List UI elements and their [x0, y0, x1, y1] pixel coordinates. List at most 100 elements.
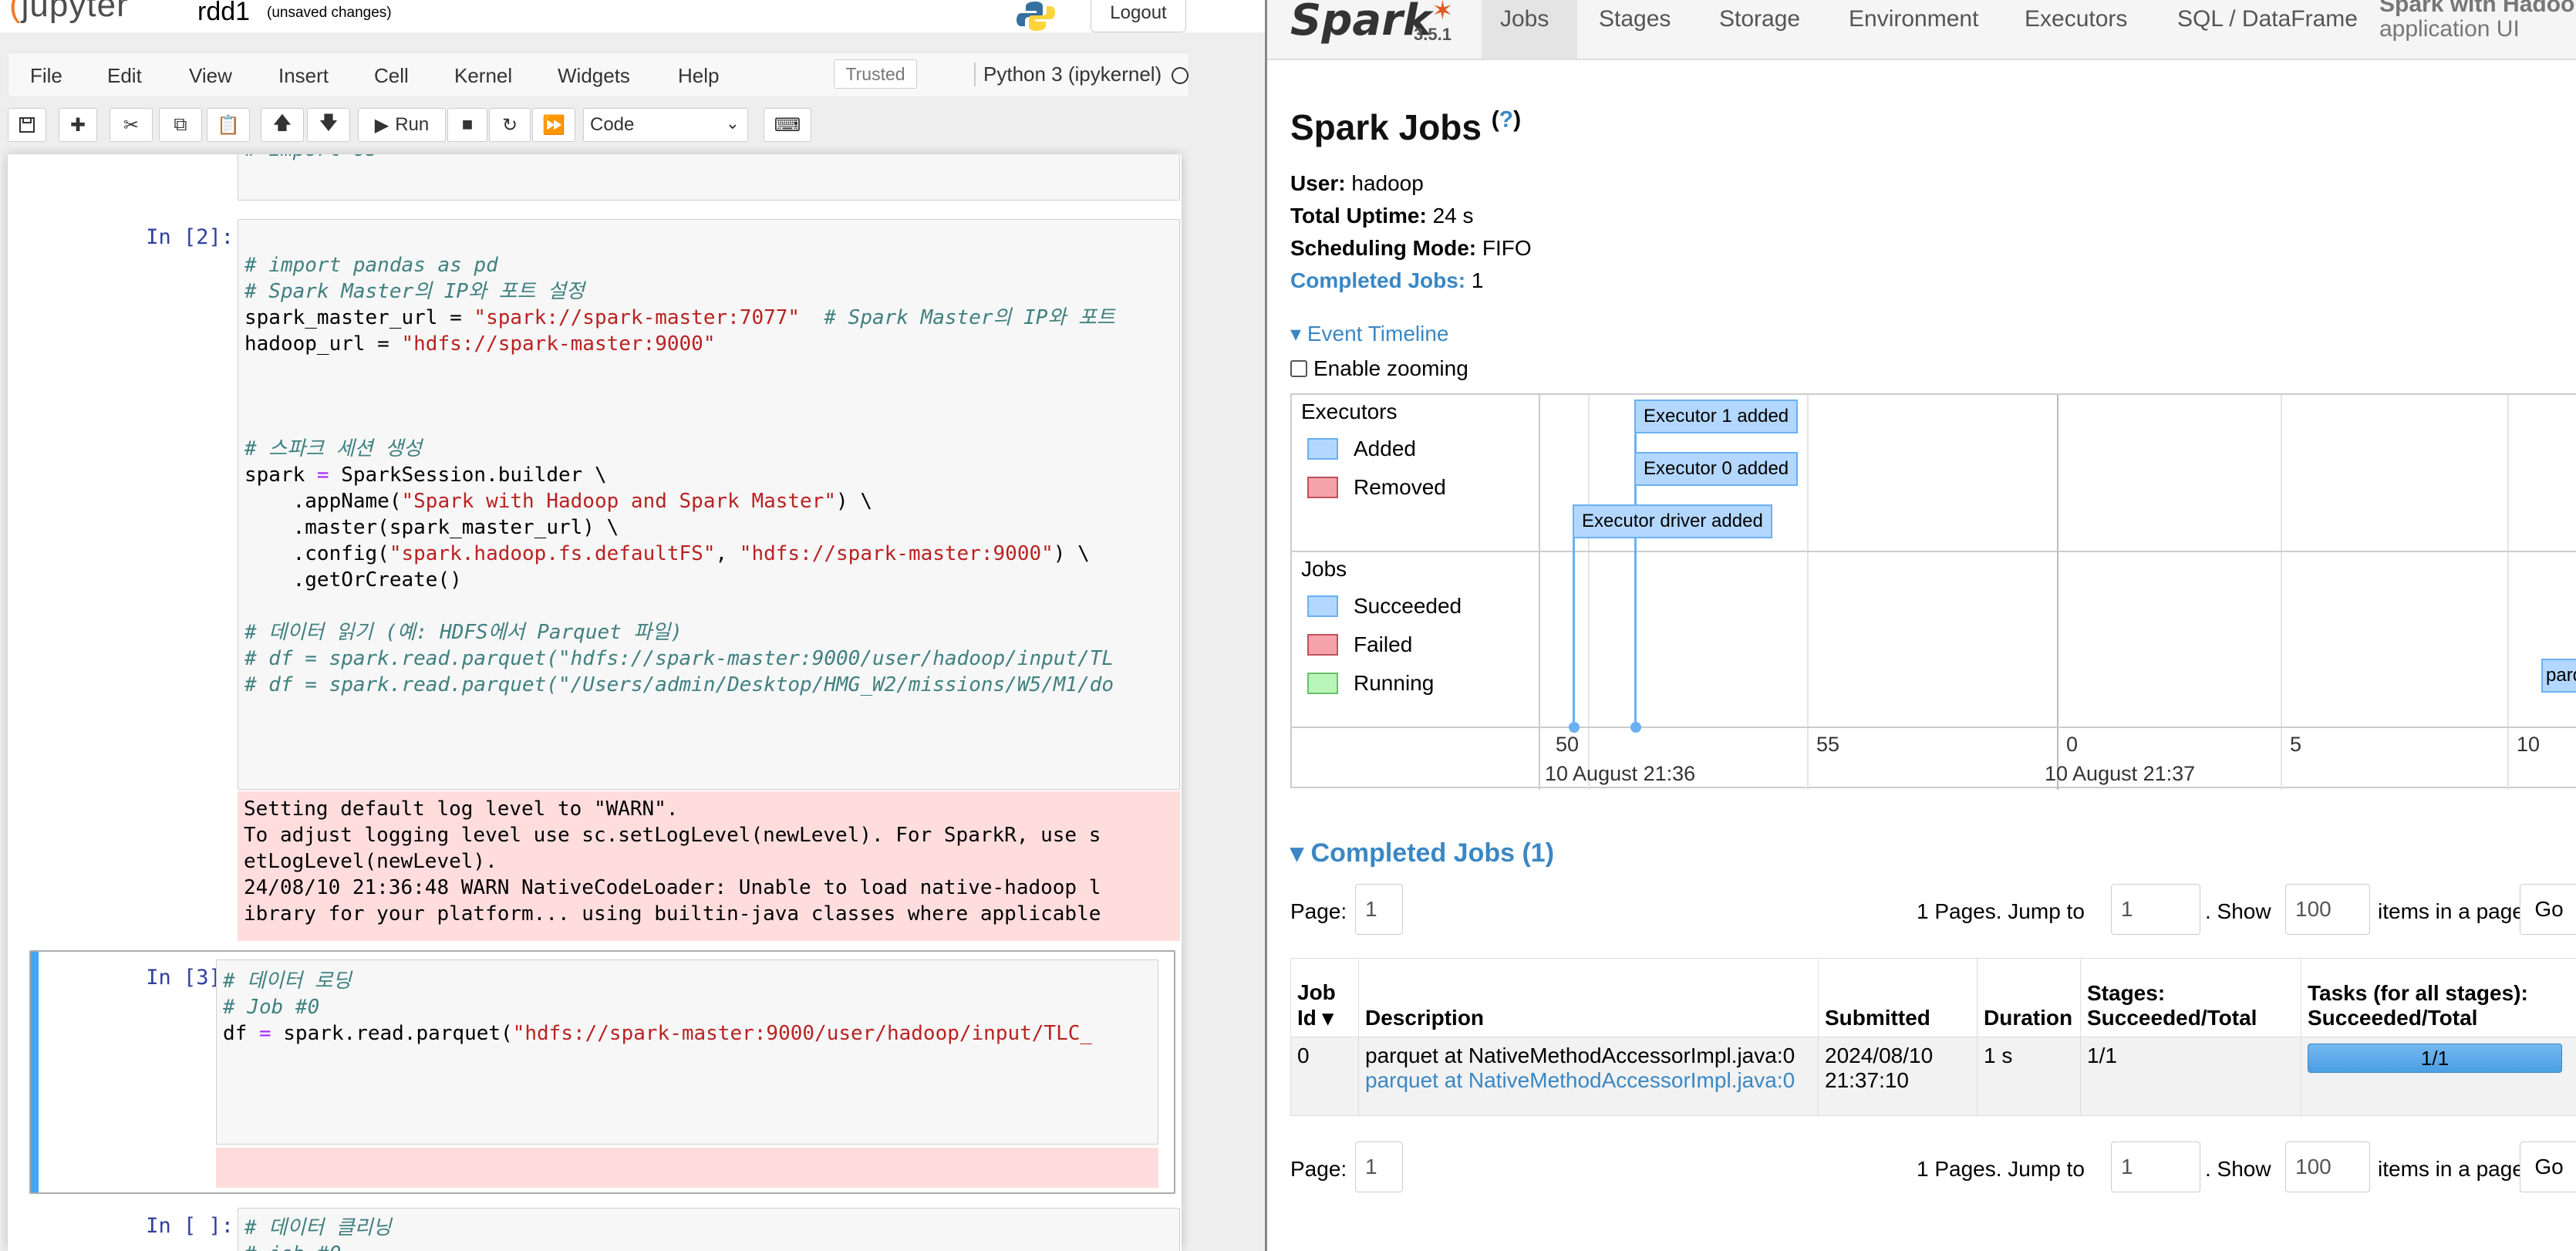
col-tasks[interactable]: Tasks (for all stages): Succeeded/Total [2301, 958, 2576, 1037]
enable-zoom-checkbox[interactable]: Enable zooming [1290, 356, 1468, 381]
axis-tick: 5 [2290, 733, 2302, 756]
scissors-icon: ✂ [123, 114, 140, 136]
executor-added-marker[interactable] [1630, 722, 1641, 733]
cell-input[interactable]: # import os [238, 154, 1180, 201]
command-palette-button[interactable]: ⌨ [764, 108, 811, 142]
legend-swatch [1307, 634, 1338, 656]
caret-down-icon: ▾ [1290, 322, 1302, 346]
spark-version: 3.5.1 [1414, 25, 1452, 44]
move-down-button[interactable]: 🡇 [307, 108, 350, 142]
copy-button[interactable]: ⧉ [159, 108, 202, 142]
job-description-link[interactable]: parquet at NativeMethodAccessorImpl.java… [1365, 1068, 1812, 1093]
code-cell-selected[interactable]: In [3]: # 데이터 로딩 # Job #0 df = spark.read.… [29, 950, 1175, 1194]
col-duration[interactable]: Duration [1977, 958, 2081, 1037]
move-up-button[interactable]: 🡅 [261, 108, 304, 142]
event-executor-0-added[interactable]: Executor 0 added [1634, 452, 1799, 486]
col-job-id[interactable]: Job Id ▾ [1290, 958, 1359, 1037]
spark-ui-window: Spark✶ 3.5.1 Jobs Stages Storage Environ… [1265, 0, 2576, 1251]
axis-tick: 10 [2517, 733, 2541, 756]
menu-cell[interactable]: Cell [374, 64, 409, 88]
paste-button[interactable]: 📋 [207, 108, 250, 142]
cell-input[interactable]: # 데이터 로딩 # Job #0 df = spark.read.parquet(… [216, 959, 1158, 1145]
kernel-name[interactable]: Python 3 (ipykernel) [974, 62, 1162, 86]
jump-to-input[interactable]: 1 [2111, 884, 2200, 935]
run-label: Run [395, 114, 430, 135]
event-executor-1-added[interactable]: Executor 1 added [1634, 400, 1799, 433]
run-button[interactable]: ▶ Run [358, 108, 446, 142]
arrow-down-icon: 🡇 [319, 112, 339, 133]
menu-file[interactable]: File [30, 64, 62, 88]
menu-insert[interactable]: Insert [278, 64, 329, 88]
notebook-name[interactable]: rdd1 [197, 0, 250, 27]
jupyter-logo[interactable]: (jupyter [9, 0, 129, 25]
col-stages[interactable]: Stages: Succeeded/Total [2080, 958, 2301, 1037]
completed-jobs-link[interactable]: Completed Jobs: [1290, 268, 1465, 292]
cell-input[interactable]: # import pandas as pd # Spark Master의 IP와… [238, 219, 1180, 790]
code-line: # 스파크 세션 생성 [244, 437, 423, 460]
code-cell[interactable]: # import os [29, 154, 1180, 201]
page-size-input[interactable]: 100 [2285, 884, 2370, 935]
code-line: .appName("Spark with Hadoop and Spark Ma… [244, 490, 872, 513]
stderr-line: Setting default log level to "WARN". [244, 797, 679, 821]
menu-view[interactable]: View [189, 64, 232, 88]
go-button[interactable]: Go [2520, 884, 2576, 935]
tab-stages[interactable]: Stages [1599, 0, 1671, 59]
insert-cell-button[interactable]: ✚ [59, 108, 97, 142]
col-description[interactable]: Description [1358, 958, 1819, 1037]
logout-button[interactable]: Logout [1091, 0, 1186, 32]
go-button[interactable]: Go [2520, 1141, 2576, 1192]
menu-edit[interactable]: Edit [107, 64, 142, 88]
tab-jobs[interactable]: Jobs [1482, 0, 1577, 59]
tab-executors[interactable]: Executors [2025, 0, 2127, 59]
app-title: Spark with Hadoo application UI [2379, 0, 2574, 42]
page-size-input[interactable]: 100 [2285, 1141, 2370, 1192]
job-bar[interactable]: parq [2541, 659, 2576, 693]
stop-icon: ■ [461, 114, 474, 135]
driver-added-marker[interactable] [1569, 722, 1580, 733]
tab-sql-dataframe[interactable]: SQL / DataFrame [2177, 0, 2358, 59]
trusted-badge[interactable]: Trusted [834, 59, 917, 89]
cut-button[interactable]: ✂ [110, 108, 153, 142]
interrupt-button[interactable]: ■ [447, 108, 487, 142]
legend-swatch [1307, 477, 1338, 498]
cell-type-select[interactable]: Code ⌄ [583, 108, 748, 142]
page-label: Page: [1290, 1157, 1347, 1181]
paste-icon: 📋 [217, 114, 240, 136]
cell-input[interactable]: # 데이터 클리닝 # job #0 [238, 1208, 1180, 1251]
notebook-container: # import os In [2]: # import pandas as p… [8, 154, 1182, 1251]
menu-help[interactable]: Help [678, 64, 719, 88]
restart-icon: ↻ [501, 114, 518, 136]
completed-jobs-heading[interactable]: ▾ Completed Jobs (1) [1290, 838, 1554, 868]
page-input[interactable]: 1 [1355, 884, 1403, 935]
code-cell[interactable]: In [ ]: # 데이터 클리닝 # job #0 [29, 1205, 1180, 1251]
col-submitted[interactable]: Submitted [1818, 958, 1978, 1037]
jump-to-input[interactable]: 1 [2111, 1141, 2200, 1192]
menu-kernel[interactable]: Kernel [454, 64, 512, 88]
show-label: . Show [2205, 899, 2271, 923]
save-button[interactable] [8, 108, 46, 142]
help-link[interactable]: ? [1499, 107, 1513, 133]
timeline-legend: Executors Added Removed Jobs Succeeded F… [1292, 395, 1540, 790]
copy-icon: ⧉ [174, 114, 187, 135]
code-cell[interactable]: In [2]: # import pandas as pd # Spark Mas… [29, 216, 1180, 941]
code-line: # 데이터 읽기 (예: HDFS에서 Parquet 파일) [244, 621, 683, 644]
pager-bottom: Page: 1 1 Pages. Jump to 1 . Show 100 it… [1290, 1141, 2576, 1195]
description-cell: parquet at NativeMethodAccessorImpl.java… [1358, 1037, 1819, 1116]
event-timeline-toggle[interactable]: ▾ Event Timeline [1290, 321, 1448, 346]
stderr-line: To adjust logging level use sc.setLogLev… [244, 824, 1101, 847]
restart-run-all-button[interactable]: ⏩ [532, 108, 575, 142]
legend-failed: Failed [1307, 632, 1412, 657]
legend-added: Added [1307, 437, 1416, 461]
menu-widgets[interactable]: Widgets [558, 64, 630, 88]
axis-tick: 50 [1556, 733, 1580, 756]
restart-button[interactable]: ↻ [489, 108, 531, 142]
page-input[interactable]: 1 [1355, 1141, 1403, 1192]
summary-completed: Completed Jobs: 1 [1290, 268, 1484, 292]
event-driver-added[interactable]: Executor driver added [1573, 504, 1772, 538]
tab-storage[interactable]: Storage [1719, 0, 1800, 59]
stderr-line: 24/08/10 21:36:48 WARN NativeCodeLoader:… [244, 876, 1101, 899]
code-line: hadoop_url = "hdfs://spark-master:9000" [244, 332, 716, 356]
axis-tick: 55 [1816, 733, 1840, 756]
tab-environment[interactable]: Environment [1849, 0, 1978, 59]
event-timeline[interactable]: Executors Added Removed Jobs Succeeded F… [1290, 393, 2576, 790]
